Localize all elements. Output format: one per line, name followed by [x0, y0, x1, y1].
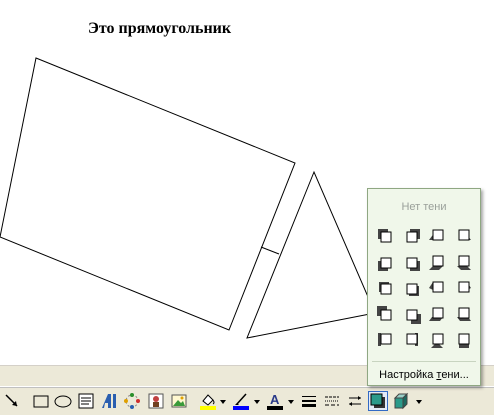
shadow-style-grid: [372, 223, 476, 353]
shadow-preview-icon: [377, 306, 392, 321]
wordart-icon: [102, 394, 116, 408]
font-color-dropdown-icon[interactable]: [288, 399, 294, 405]
font-color-icon: A: [267, 392, 283, 410]
picture-icon: [171, 394, 187, 408]
shadow-preview-icon: [378, 229, 392, 243]
rectangle-caption-text[interactable]: Это прямоугольник: [88, 20, 231, 38]
shadow-style-14-option[interactable]: [398, 301, 424, 327]
shadow-style-3-option[interactable]: [424, 223, 450, 249]
shadow-style-15-option[interactable]: [424, 301, 450, 327]
shadow-settings-label-after: ени...: [441, 369, 469, 381]
shadow-style-5-option[interactable]: [372, 249, 398, 275]
shadow-preview-icon: [429, 307, 444, 321]
shadow-style-19-option[interactable]: [424, 327, 450, 353]
shadow-style-9-option[interactable]: [372, 275, 398, 301]
shadow-style-8-option[interactable]: [450, 249, 476, 275]
arrow-style-button[interactable]: [345, 391, 365, 411]
shadow-style-16-option[interactable]: [450, 301, 476, 327]
diagram-icon: [124, 393, 140, 409]
arrow-tool-icon: [5, 394, 18, 407]
shadow-style-button[interactable]: [368, 391, 388, 411]
rectangle-tool-button[interactable]: [31, 391, 51, 411]
shadow-style-11-option[interactable]: [424, 275, 450, 301]
shadow-preview-icon: [406, 309, 421, 324]
shadow-style-17-option[interactable]: [372, 327, 398, 353]
fill-color-button[interactable]: [198, 391, 218, 411]
clipart-button[interactable]: [146, 391, 166, 411]
shadow-style-12-option[interactable]: [450, 275, 476, 301]
diagram-button[interactable]: [122, 391, 142, 411]
rotated-rectangle-shape[interactable]: [0, 57, 296, 331]
shadow-preview-icon: [458, 281, 471, 293]
oval-tool-icon: [54, 395, 72, 408]
drawing-toolbar: A: [0, 386, 494, 415]
shadow-preview-icon: [406, 283, 419, 296]
shadow-preview-icon: [378, 333, 392, 346]
shadow-style-13-option[interactable]: [372, 301, 398, 327]
picture-button[interactable]: [169, 391, 189, 411]
3d-style-button[interactable]: [391, 391, 411, 411]
dash-style-icon: [325, 396, 339, 406]
shadow-settings-label-before: Настройка: [379, 369, 437, 381]
arrow-style-icon: [349, 396, 361, 406]
line-color-icon: [233, 393, 249, 410]
fill-color-icon: [200, 394, 216, 410]
fill-color-dropdown-icon[interactable]: [220, 399, 226, 405]
wordart-button[interactable]: [99, 391, 119, 411]
shadow-preview-icon: [379, 282, 392, 295]
oval-tool-button[interactable]: [53, 391, 73, 411]
no-shadow-option[interactable]: Нет тени: [368, 201, 480, 213]
shadow-style-2-option[interactable]: [398, 223, 424, 249]
shadow-preview-icon: [406, 333, 418, 346]
font-color-button[interactable]: A: [265, 391, 285, 411]
dash-style-button[interactable]: [322, 391, 342, 411]
shadow-style-menu: Нет тени Настройка тени...: [367, 188, 481, 386]
3d-style-dropdown-icon[interactable]: [416, 399, 422, 405]
text-box-icon: [78, 393, 94, 409]
shadow-settings-option[interactable]: Настройка тени...: [368, 369, 480, 381]
clipart-icon: [148, 393, 164, 409]
shadow-style-icon: [370, 393, 385, 408]
shadow-preview-icon: [406, 229, 420, 243]
shadow-style-18-option[interactable]: [398, 327, 424, 353]
shadow-style-4-option[interactable]: [450, 223, 476, 249]
rectangle-tool-icon: [33, 395, 49, 408]
menu-separator: [372, 361, 476, 362]
shadow-style-10-option[interactable]: [398, 275, 424, 301]
shadow-preview-icon: [378, 257, 392, 271]
svg-text:A: A: [270, 392, 280, 407]
shadow-preview-icon: [429, 229, 444, 241]
3d-style-icon: [393, 392, 409, 410]
shadow-preview-icon: [457, 307, 471, 321]
line-color-button[interactable]: [231, 391, 251, 411]
line-style-icon: [302, 396, 316, 407]
shadow-preview-icon: [429, 281, 444, 293]
line-color-dropdown-icon[interactable]: [254, 399, 260, 405]
shadow-preview-icon: [458, 229, 471, 241]
shadow-preview-icon: [431, 333, 444, 348]
line-style-button[interactable]: [299, 391, 319, 411]
shadow-preview-icon: [458, 333, 470, 348]
shadow-style-1-option[interactable]: [372, 223, 398, 249]
text-box-button[interactable]: [76, 391, 96, 411]
shadow-preview-icon: [457, 255, 471, 270]
shadow-preview-icon: [406, 257, 420, 271]
shadow-style-6-option[interactable]: [398, 249, 424, 275]
arrow-tool-button[interactable]: [2, 391, 22, 411]
shadow-preview-icon: [429, 255, 444, 270]
connector-line[interactable]: [260, 246, 280, 255]
shadow-style-20-option[interactable]: [450, 327, 476, 353]
shadow-style-7-option[interactable]: [424, 249, 450, 275]
